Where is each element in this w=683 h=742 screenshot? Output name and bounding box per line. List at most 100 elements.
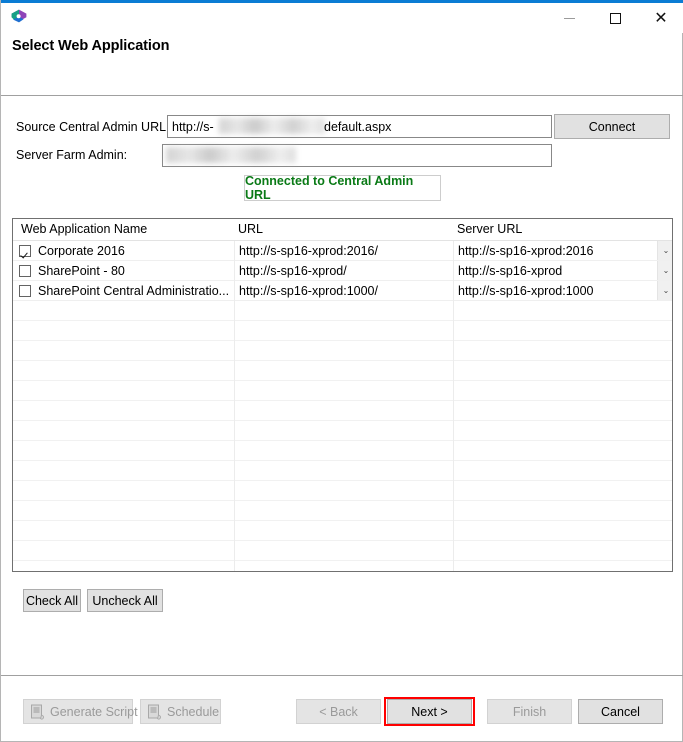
schedule-label: Schedule [167, 704, 220, 719]
cell-empty [453, 301, 672, 321]
table-row-empty[interactable] [13, 461, 672, 481]
cell-empty [13, 441, 234, 461]
cell-empty [13, 341, 234, 361]
cell-web-application-name: Corporate 2016 [13, 241, 234, 261]
cell-empty [13, 561, 234, 571]
cell-empty [13, 521, 234, 541]
page-title: Select Web Application [12, 38, 170, 54]
cell-empty [453, 381, 672, 401]
table-row-empty[interactable] [13, 301, 672, 321]
grid-header-row: Web Application Name URL Server URL [13, 219, 672, 241]
table-row[interactable]: Corporate 2016 http://s-sp16-xprod:2016/h… [13, 241, 672, 261]
table-row-empty[interactable] [13, 401, 672, 421]
chevron-down-icon[interactable]: ⌄ [657, 281, 672, 300]
back-button[interactable]: < Back [296, 699, 381, 724]
cell-empty [453, 561, 672, 571]
chevron-down-icon[interactable]: ⌄ [657, 241, 672, 260]
cell-empty [234, 361, 453, 381]
schedule-button[interactable]: Schedule [140, 699, 221, 724]
cell-empty [453, 501, 672, 521]
cell-empty [13, 321, 234, 341]
app-hexagon-logo-icon [9, 8, 29, 28]
table-row-empty[interactable] [13, 361, 672, 381]
maximize-button[interactable] [592, 3, 638, 33]
cell-empty [234, 541, 453, 561]
column-header-web-application-name[interactable]: Web Application Name [21, 222, 147, 236]
server-farm-admin-input[interactable] [162, 144, 552, 167]
table-row-empty[interactable] [13, 481, 672, 501]
web-applications-grid: Web Application Name URL Server URL Corp… [12, 218, 673, 572]
cell-empty [234, 521, 453, 541]
row-checkbox[interactable] [19, 245, 31, 257]
cell-empty [13, 461, 234, 481]
uncheck-all-button[interactable]: Uncheck All [87, 589, 163, 612]
cell-empty [234, 481, 453, 501]
generate-script-button[interactable]: Generate Script [23, 699, 138, 724]
header-divider [1, 95, 683, 96]
cell-empty [453, 541, 672, 561]
cell-empty [13, 381, 234, 401]
cell-empty [13, 401, 234, 421]
table-row[interactable]: SharePoint - 80 http://s-sp16-xprod/http:… [13, 261, 672, 281]
cell-empty [453, 321, 672, 341]
maximize-icon [609, 12, 621, 24]
table-row-empty[interactable] [13, 381, 672, 401]
cell-empty [234, 501, 453, 521]
cell-server-url[interactable]: http://s-sp16-xprod ⌄ [453, 261, 672, 281]
check-all-button[interactable]: Check All [23, 589, 81, 612]
finish-button[interactable]: Finish [487, 699, 572, 724]
server-farm-admin-label: Server Farm Admin: [16, 148, 128, 162]
column-header-server-url[interactable]: Server URL [457, 222, 522, 236]
cell-empty [234, 381, 453, 401]
cell-server-url[interactable]: http://s-sp16-xprod:2016 ⌄ [453, 241, 672, 261]
next-button[interactable]: Next > [387, 699, 472, 724]
server-url-text: http://s-sp16-xprod:2016 [458, 244, 594, 258]
table-row-empty[interactable] [13, 321, 672, 341]
table-row-empty[interactable] [13, 541, 672, 561]
cell-empty [453, 521, 672, 541]
script-document-icon [30, 704, 45, 720]
table-row-empty[interactable] [13, 521, 672, 541]
minimize-button[interactable] [546, 3, 592, 33]
table-row-empty[interactable] [13, 341, 672, 361]
cell-web-application-name: SharePoint Central Administratio... [13, 281, 234, 301]
cell-empty [453, 461, 672, 481]
select-web-application-dialog: ✕ Select Web Application Source Central … [0, 0, 683, 742]
cell-url: http://s-sp16-xprod:1000/ [234, 281, 453, 301]
cell-empty [13, 481, 234, 501]
footer-divider [1, 675, 683, 676]
column-header-url[interactable]: URL [238, 222, 263, 236]
web-application-name-text: Corporate 2016 [38, 244, 125, 258]
table-row-empty[interactable] [13, 561, 672, 571]
table-row-empty[interactable] [13, 441, 672, 461]
window-controls: ✕ [546, 3, 683, 33]
web-application-name-text: SharePoint - 80 [38, 264, 125, 278]
cancel-button[interactable]: Cancel [578, 699, 663, 724]
cell-empty [453, 421, 672, 441]
minimize-icon [563, 17, 575, 19]
schedule-document-icon [147, 704, 162, 720]
cell-server-url[interactable]: http://s-sp16-xprod:1000 ⌄ [453, 281, 672, 301]
cell-empty [234, 561, 453, 571]
connect-button[interactable]: Connect [554, 114, 670, 139]
chevron-down-icon[interactable]: ⌄ [657, 261, 672, 280]
cell-empty [453, 481, 672, 501]
table-row[interactable]: SharePoint Central Administratio... http:… [13, 281, 672, 301]
cell-url: http://s-sp16-xprod:2016/ [234, 241, 453, 261]
connection-status-badge: Connected to Central Admin URL [244, 174, 441, 202]
table-row-empty[interactable] [13, 421, 672, 441]
source-central-admin-url-label: Source Central Admin URL: [16, 120, 170, 134]
table-row-empty[interactable] [13, 501, 672, 521]
cell-empty [234, 401, 453, 421]
row-checkbox[interactable] [19, 285, 31, 297]
cell-empty [234, 301, 453, 321]
cell-web-application-name: SharePoint - 80 [13, 261, 234, 281]
cell-empty [234, 421, 453, 441]
generate-script-label: Generate Script [50, 704, 138, 719]
row-checkbox[interactable] [19, 265, 31, 277]
cell-empty [234, 461, 453, 481]
title-bar: ✕ [1, 3, 683, 33]
close-button[interactable]: ✕ [638, 3, 683, 33]
grid-body: Corporate 2016 http://s-sp16-xprod:2016/h… [13, 241, 672, 571]
cell-empty [13, 361, 234, 381]
